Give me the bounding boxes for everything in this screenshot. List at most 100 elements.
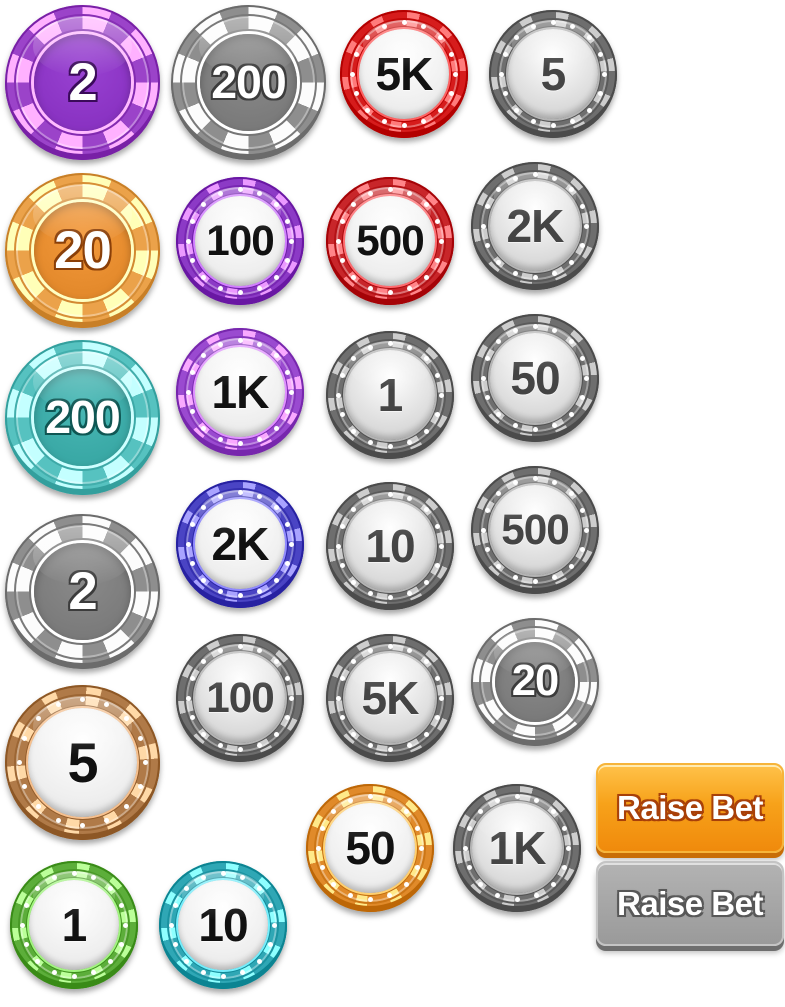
chip-value: 200 — [45, 391, 121, 444]
chip-dot — [137, 735, 143, 741]
chip-purple-1k[interactable]: 1K — [176, 328, 304, 456]
chip-value: 5K — [375, 47, 434, 100]
chip-dot — [339, 372, 345, 378]
chip-dot — [237, 441, 243, 447]
chip-dot — [189, 369, 195, 375]
chip-value: 2 — [68, 561, 97, 621]
chip-flat-gray-200[interactable]: 200 — [171, 5, 326, 160]
chip-dot — [200, 658, 206, 664]
chip-value: 10 — [198, 898, 248, 951]
chip-dot — [495, 564, 501, 570]
raise-bet-disabled-label: Raise Bet — [617, 884, 763, 922]
chip-dot — [421, 23, 427, 29]
raise-bet-button[interactable]: Raise Bet — [596, 763, 784, 853]
chip-dot — [367, 344, 373, 350]
chip-dot — [367, 647, 373, 653]
chip-gray-500[interactable]: 500 — [471, 466, 599, 594]
chip-red-500[interactable]: 500 — [326, 177, 454, 305]
chip-dot — [584, 223, 590, 229]
chip-dot — [584, 375, 590, 381]
chip-face: 100 — [195, 196, 285, 286]
chip-face: 5 — [508, 29, 598, 119]
chip-dot — [289, 389, 295, 395]
chip-dot — [272, 922, 278, 928]
chip-gray-100[interactable]: 100 — [176, 634, 304, 762]
chip-dot — [439, 695, 445, 701]
chip-flat-purple-2[interactable]: 2 — [5, 5, 160, 160]
chip-purple-100[interactable]: 100 — [176, 177, 304, 305]
chip-dot — [532, 275, 538, 281]
chip-dot — [319, 865, 325, 871]
chip-dot — [237, 593, 243, 599]
chip-gray-5[interactable]: 5 — [489, 10, 617, 138]
chip-dot — [142, 760, 148, 765]
chip-dot — [22, 784, 27, 790]
chip-dot — [387, 797, 393, 803]
chip-value: 2K — [211, 517, 270, 570]
chip-face: 2 — [34, 543, 131, 640]
chip-dot — [512, 479, 518, 485]
chip-gray-1k[interactable]: 1K — [453, 784, 581, 912]
chip-dot — [513, 34, 519, 40]
chip-dot — [200, 426, 206, 432]
chip-green-1[interactable]: 1 — [10, 861, 138, 989]
chip-flat-gray-2[interactable]: 2 — [5, 514, 160, 669]
chip-dot — [552, 327, 558, 333]
chip-dot — [387, 444, 393, 450]
chip-dot — [339, 218, 345, 224]
chip-dot — [289, 541, 295, 547]
chip-gray-5k[interactable]: 5K — [326, 634, 454, 762]
chip-blue-2k[interactable]: 2K — [176, 480, 304, 608]
chip-dot — [480, 223, 486, 229]
chip-dot — [200, 578, 206, 584]
chip-dot — [387, 643, 393, 649]
chip-dot — [550, 19, 556, 25]
chip-dot — [552, 479, 558, 485]
raise-bet-label: Raise Bet — [617, 789, 763, 826]
chip-gray-50[interactable]: 50 — [471, 314, 599, 442]
chip-dot — [104, 817, 110, 823]
chip-dot — [424, 658, 430, 664]
chip-value: 1 — [61, 898, 88, 951]
chip-dot — [367, 495, 373, 501]
chip-dot — [200, 201, 206, 207]
chip-dot — [350, 732, 356, 738]
chip-value: 2K — [506, 199, 565, 252]
chip-dot — [80, 822, 85, 828]
chip-value: 1K — [211, 365, 270, 418]
chip-dot — [498, 71, 504, 77]
chip-face: 10 — [178, 880, 268, 970]
chip-dot — [514, 793, 520, 799]
chip-gray-10[interactable]: 10 — [326, 482, 454, 610]
chip-gray-2k[interactable]: 2K — [471, 162, 599, 290]
chip-dot — [220, 870, 226, 876]
chip-flat-teal-200[interactable]: 200 — [5, 340, 160, 495]
chip-dot — [237, 747, 243, 753]
chip-red-5k[interactable]: 5K — [340, 10, 468, 138]
chip-dot — [189, 561, 195, 567]
chip-dot — [189, 409, 195, 415]
chip-dot — [123, 922, 129, 928]
chip-dot — [237, 186, 243, 192]
chip-brown-5[interactable]: 5 — [5, 685, 160, 840]
chip-dot — [512, 175, 518, 181]
chip-face: 2 — [34, 34, 131, 131]
chip-teal-10[interactable]: 10 — [159, 861, 287, 989]
chip-gray-1[interactable]: 1 — [326, 331, 454, 459]
chip-dot — [200, 352, 206, 358]
chip-dot — [602, 71, 608, 77]
chip-value: 100 — [206, 216, 274, 264]
chip-dot — [35, 715, 41, 721]
chip-dot — [55, 702, 61, 707]
chip-dot — [532, 579, 538, 585]
chip-dot — [570, 23, 576, 29]
chip-orange-50[interactable]: 50 — [306, 784, 434, 912]
chip-face: 200 — [200, 34, 297, 131]
chip-flat-gray-20[interactable]: 20 — [471, 618, 599, 746]
chip-flat-orange-20[interactable]: 20 — [5, 173, 160, 328]
chip-dot — [484, 243, 490, 249]
raise-bet-button-disabled: Raise Bet — [596, 861, 784, 946]
chip-dot — [183, 885, 189, 891]
chip-dot — [477, 882, 483, 888]
chip-dot — [353, 51, 359, 57]
